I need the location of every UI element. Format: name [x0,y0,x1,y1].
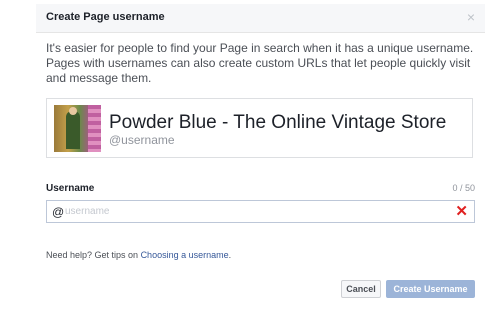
at-prefix: @ [52,205,65,219]
clear-icon[interactable]: ✕ [455,202,468,220]
footer-divider [36,270,485,271]
help-prefix: Need help? Get tips on [46,250,141,260]
cancel-button[interactable]: Cancel [341,280,381,298]
help-text: Need help? Get tips on Choosing a userna… [46,250,231,260]
dialog-title: Create Page username [46,11,165,23]
dialog-header: Create Page username × [36,4,485,33]
page-thumbnail [54,105,101,152]
choosing-username-link[interactable]: Choosing a username [141,250,229,260]
create-username-button[interactable]: Create Username [386,280,475,298]
page-username-preview: @username [109,133,175,147]
page-preview-card: Powder Blue - The Online Vintage Store @… [46,98,473,158]
intro-text: It's easier for people to find your Page… [46,41,474,85]
help-suffix: . [228,250,232,260]
page-name: Powder Blue - The Online Vintage Store [109,112,447,133]
username-input[interactable] [65,203,445,220]
username-field[interactable]: @ ✕ [46,200,475,223]
username-label: Username [46,183,95,194]
close-icon[interactable]: × [467,10,475,24]
char-counter: 0 / 50 [452,183,475,193]
